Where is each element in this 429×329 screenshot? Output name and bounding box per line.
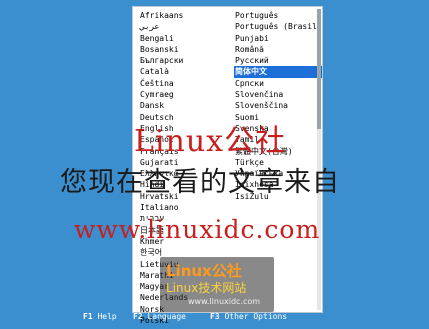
language-option[interactable]: Slovenčina xyxy=(234,89,322,100)
language-option[interactable]: Italiano xyxy=(139,202,227,213)
logo-title: Linux公社 xyxy=(166,262,242,280)
key-description: Other Options xyxy=(224,312,288,321)
language-option[interactable]: Cymraeg xyxy=(139,89,227,100)
language-option[interactable]: Русский xyxy=(234,55,322,66)
menu-scroll-thumb[interactable] xyxy=(317,9,321,129)
logo-url: www.linuxidc.com xyxy=(188,297,261,306)
language-option[interactable]: Српски xyxy=(234,78,322,89)
language-option[interactable]: Română xyxy=(234,44,322,55)
language-option[interactable]: Български xyxy=(139,55,227,66)
watermark-line-3: www.linuxidc.com xyxy=(74,215,321,244)
installer-screen: Afrikaans عربي Bengali Bosanski Български Cat… xyxy=(0,0,429,329)
language-option[interactable]: Català xyxy=(139,66,227,77)
watermark-line-2: 您现在查看的文章来自 xyxy=(60,167,340,198)
language-option[interactable]: Dansk xyxy=(139,100,227,111)
watermark-line-1: Linux公社 xyxy=(134,124,287,159)
key-label: F2 xyxy=(133,312,143,321)
key-description: Help xyxy=(97,312,117,321)
language-option[interactable]: Čeština xyxy=(139,78,227,89)
f1-help-key[interactable]: F1 Help xyxy=(83,309,117,325)
language-option[interactable]: Slovenščina xyxy=(234,100,322,111)
language-option[interactable]: عربي xyxy=(139,21,227,32)
language-option[interactable]: Português (Brasil) xyxy=(234,21,322,32)
language-option[interactable]: Punjabi xyxy=(234,33,322,44)
key-description: Language xyxy=(147,312,186,321)
language-option[interactable]: Português xyxy=(234,10,322,21)
language-option[interactable]: Bosanski xyxy=(139,44,227,55)
language-option[interactable]: Afrikaans xyxy=(139,10,227,21)
language-option[interactable]: 简体中文 xyxy=(234,66,322,78)
key-label: F3 xyxy=(210,312,220,321)
language-option[interactable]: Bengali xyxy=(139,33,227,44)
site-logo-watermark: Linux公社 Linux技术网站 www.linuxidc.com xyxy=(160,257,274,312)
logo-subtitle: Linux技术网站 xyxy=(166,281,247,295)
key-label: F1 xyxy=(83,312,93,321)
